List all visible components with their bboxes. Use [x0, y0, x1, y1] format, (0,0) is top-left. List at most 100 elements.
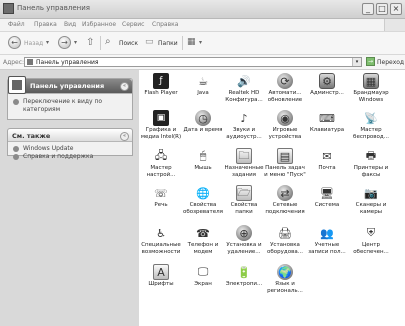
- close-button[interactable]: ×: [390, 3, 402, 15]
- item-label-line2: записи пол...: [308, 248, 346, 255]
- control-panel-item[interactable]: ⚙ Админстр...: [307, 73, 347, 111]
- forward-arrow-icon[interactable]: →: [58, 36, 71, 49]
- control-panel-item[interactable]: 🖧 Мастер настрой...: [141, 148, 181, 186]
- item-label: Игровые устройства: [262, 127, 308, 140]
- maximize-button[interactable]: □: [376, 3, 388, 15]
- control-panel-item[interactable]: ✉ Почта: [307, 148, 347, 186]
- item-label-line2: удаление...: [227, 248, 261, 255]
- control-panel-item[interactable]: ▤ Панель задач и меню "Пуск": [264, 148, 306, 186]
- toolbar: ← Назад ▾ → ▾ ⇧ ⌕ Поиск ▭ Папки ▦ ▾: [0, 32, 405, 55]
- language-icon: 🌍: [277, 264, 293, 280]
- control-panel-item[interactable]: A Шрифты: [141, 264, 181, 302]
- windows-update-link[interactable]: Windows Update: [8, 145, 132, 153]
- control-panel-item[interactable]: 👥 Учетные записи пол...: [307, 225, 347, 263]
- task-pane: Панель управления « Переключение к виду …: [0, 70, 139, 326]
- menu-favorites[interactable]: Избранное: [82, 21, 116, 28]
- item-label-line2: модем: [193, 248, 213, 255]
- toolbar-separator: [100, 36, 101, 50]
- control-panel-item[interactable]: 🗀 Назначенные задания: [224, 148, 264, 186]
- control-panel-item[interactable]: ⊕ Установка и удаление...: [224, 225, 264, 263]
- address-value: Панель управления: [36, 59, 99, 66]
- control-panel-item[interactable]: 🌍 Язык и региональ...: [265, 264, 305, 302]
- item-label: Электропи...: [221, 281, 267, 288]
- network-wizard-icon: 🖧: [154, 148, 168, 162]
- control-panel-item[interactable]: ☏ Речь: [141, 185, 181, 223]
- item-label: Специальные возможности: [138, 242, 184, 255]
- control-panel-item[interactable]: ☎ Телефон и модем: [183, 225, 223, 263]
- control-panel-item[interactable]: 🌐 Свойства обозревателя: [183, 185, 223, 223]
- item-label-line2: камеры: [359, 208, 383, 215]
- item-label-line1: Экран: [194, 281, 212, 287]
- item-label-line2: обеспечен...: [353, 248, 389, 255]
- control-panel-item[interactable]: ⛨ Центр обеспечен...: [351, 225, 391, 263]
- control-panel-item[interactable]: 🔋 Электропи...: [224, 264, 264, 302]
- collapse-icon[interactable]: «: [120, 82, 129, 91]
- control-panel-item[interactable]: 🖨 Установка оборудова...: [265, 225, 305, 263]
- address-input[interactable]: Панель управления ▾: [24, 57, 362, 67]
- back-dropdown-icon[interactable]: ▾: [46, 39, 49, 46]
- control-panel-item[interactable]: ☕ Java: [183, 73, 223, 111]
- user-accounts-icon: 👥: [320, 226, 334, 240]
- admin-tools-icon: ⚙: [319, 73, 335, 89]
- forward-dropdown-icon[interactable]: ▾: [74, 39, 77, 46]
- auto-update-icon: ⟳: [277, 73, 293, 89]
- windows-update-icon: [13, 146, 19, 152]
- control-panel-item[interactable]: ♿ Специальные возможности: [141, 225, 181, 263]
- control-panel-item[interactable]: 📡 Мастер беспровод...: [351, 110, 391, 148]
- control-panel-item[interactable]: 🖥 Система: [307, 185, 347, 223]
- control-panel-icon: [8, 76, 26, 94]
- menu-edit[interactable]: Правка: [34, 21, 57, 28]
- item-label: Брандмауэр Windows: [348, 90, 394, 103]
- go-arrow-icon[interactable]: →: [366, 57, 375, 66]
- search-button[interactable]: Поиск: [119, 40, 138, 47]
- item-label-line1: Панель задач: [265, 165, 305, 171]
- control-panel-item[interactable]: ▣ Графика и медиа Intel(R): [141, 110, 181, 148]
- menu-help[interactable]: Справка: [152, 21, 178, 28]
- menu-view[interactable]: Вид: [64, 21, 76, 28]
- section-title: Панель управления: [30, 82, 105, 90]
- control-panel-item[interactable]: 📷 Сканеры и камеры: [351, 185, 391, 223]
- control-panel-item[interactable]: ◷ Дата и время: [183, 110, 223, 148]
- control-panel-item[interactable]: ▦ Брандмауэр Windows: [351, 73, 391, 111]
- control-panel-item[interactable]: 🔊 Realtek HD Конфигура...: [224, 73, 264, 111]
- back-arrow-icon[interactable]: ←: [8, 36, 21, 49]
- item-label: Установка и удаление...: [221, 242, 267, 255]
- control-panel-item[interactable]: ⇄ Сетевые подключения: [265, 185, 305, 223]
- section-header[interactable]: Панель управления «: [8, 79, 132, 94]
- item-label-line2: устройства: [268, 133, 302, 140]
- control-panel-item[interactable]: ♪ Звуки и аудиоустр...: [224, 110, 264, 148]
- switch-category-view-link[interactable]: Переключение к виду по категориям: [8, 98, 132, 114]
- item-label: Свойства папки: [221, 202, 267, 215]
- control-panel-item[interactable]: 🖵 Экран: [183, 264, 223, 302]
- category-view-icon: [13, 99, 19, 105]
- up-folder-icon[interactable]: ⇧: [86, 37, 94, 48]
- go-button[interactable]: Переход: [377, 59, 404, 66]
- control-panel-item[interactable]: ⟳ Автомати... обновление: [265, 73, 305, 111]
- item-label: Мастер настрой...: [138, 165, 184, 178]
- menu-file[interactable]: Файл: [8, 21, 25, 28]
- folders-button[interactable]: Папки: [158, 40, 178, 47]
- control-panel-item[interactable]: ƒ Flash Player: [141, 73, 181, 111]
- search-icon[interactable]: ⌕: [105, 36, 111, 47]
- item-label-line1: Мышь: [194, 165, 212, 171]
- menu-bar: Файл Правка Вид Избранное Сервис Справка: [0, 19, 405, 32]
- views-dropdown-icon[interactable]: ▾: [199, 39, 202, 46]
- control-panel-item[interactable]: ◉ Игровые устройства: [265, 110, 305, 148]
- collapse-icon[interactable]: «: [120, 132, 129, 141]
- address-dropdown-icon[interactable]: ▾: [352, 58, 361, 66]
- speaker-icon: 🔊: [237, 74, 251, 88]
- scanner-icon: 📷: [364, 186, 378, 200]
- section-header[interactable]: См. также «: [8, 129, 132, 142]
- flash-player-icon: ƒ: [153, 73, 169, 89]
- help-support-link[interactable]: Справка и поддержка: [8, 153, 132, 161]
- control-panel-item[interactable]: ⌨ Клавиатура: [307, 110, 347, 148]
- minimize-button[interactable]: _: [362, 3, 374, 15]
- back-button[interactable]: Назад: [24, 40, 43, 47]
- folders-icon[interactable]: ▭: [145, 37, 154, 47]
- menu-tools[interactable]: Сервис: [122, 21, 144, 28]
- views-icon[interactable]: ▦: [187, 37, 196, 47]
- control-panel-item[interactable]: 🖱 Мышь: [183, 148, 223, 186]
- control-panel-item[interactable]: 🖶 Принтеры и факсы: [351, 148, 391, 186]
- control-panel-icon: [27, 59, 33, 65]
- control-panel-item[interactable]: 🗁 Свойства папки: [224, 185, 264, 223]
